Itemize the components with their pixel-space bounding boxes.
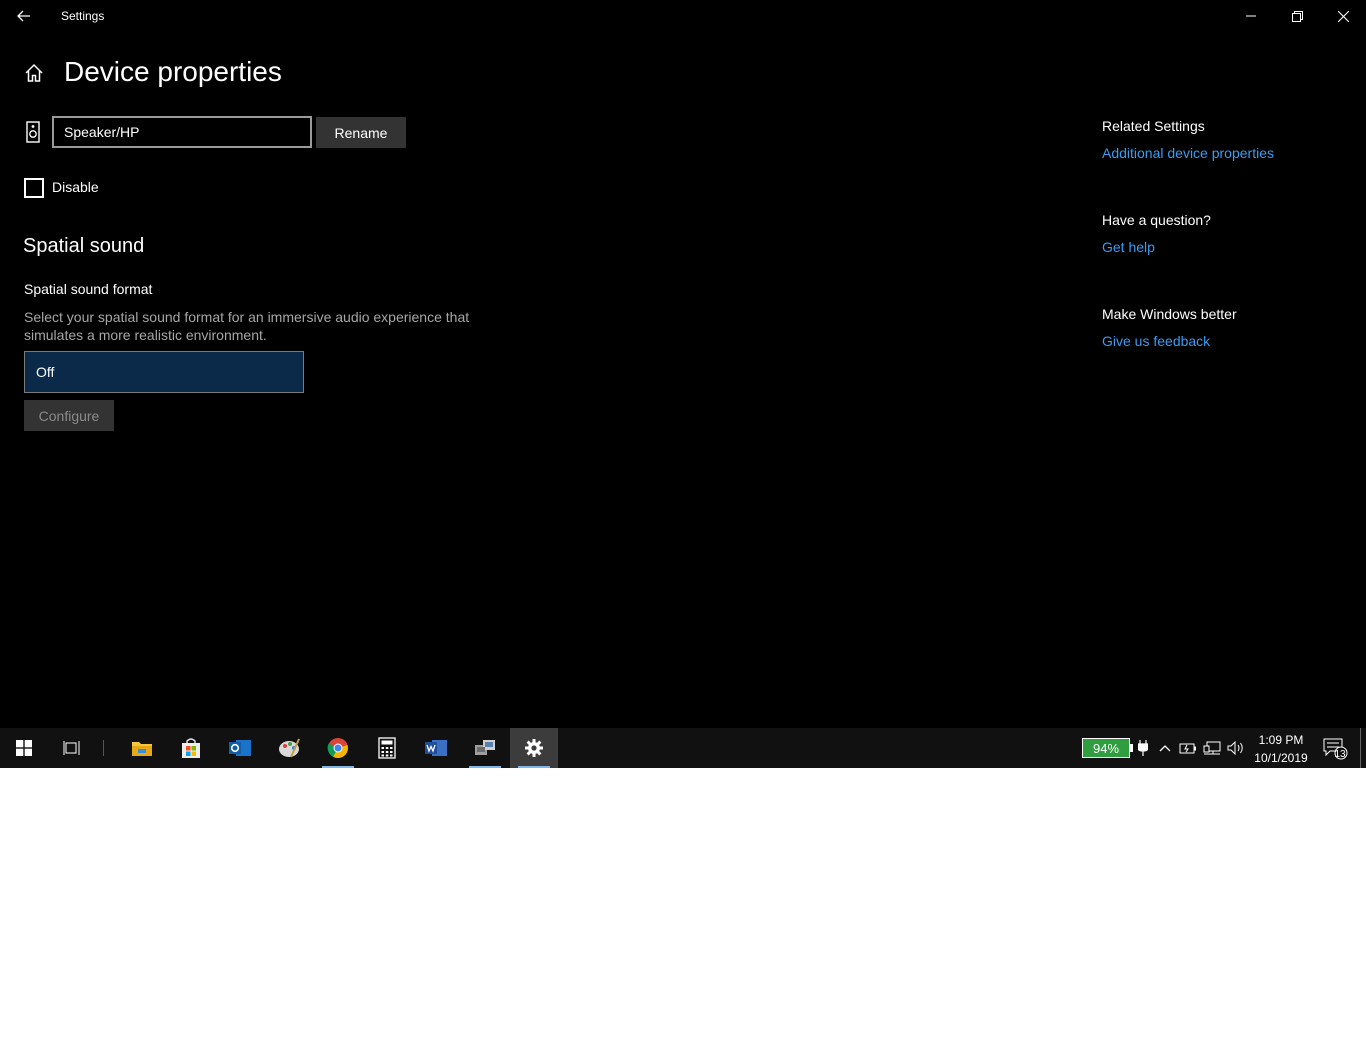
- home-button[interactable]: [22, 61, 46, 85]
- network-wired-icon: [1203, 741, 1221, 755]
- task-view-icon: [63, 741, 80, 755]
- clock[interactable]: 1:09 PM 10/1/2019: [1250, 731, 1312, 767]
- disable-label: Disable: [52, 179, 99, 195]
- configure-button[interactable]: Configure: [24, 400, 114, 431]
- battery-badge-nub: [1130, 744, 1133, 752]
- spatial-format-selected-value: Off: [36, 364, 55, 380]
- additional-device-properties-link[interactable]: Additional device properties: [1102, 145, 1274, 161]
- make-windows-better-heading: Make Windows better: [1102, 306, 1237, 322]
- taskbar-store[interactable]: [167, 728, 215, 768]
- outlook-icon: [229, 740, 251, 756]
- have-a-question-heading: Have a question?: [1102, 212, 1211, 228]
- taskbar-chrome[interactable]: [314, 728, 362, 768]
- running-indicator: [469, 766, 501, 768]
- close-button[interactable]: [1320, 0, 1366, 32]
- folder-icon: [132, 742, 152, 756]
- taskbar-separator: [103, 740, 104, 756]
- network-computers-icon: [475, 740, 495, 755]
- taskbar-settings[interactable]: [510, 728, 558, 768]
- back-arrow-icon: [17, 10, 30, 22]
- taskbar-file-explorer[interactable]: [118, 728, 166, 768]
- get-help-link[interactable]: Get help: [1102, 239, 1155, 255]
- back-button[interactable]: [10, 2, 38, 30]
- paint-palette-icon: [279, 738, 300, 758]
- running-indicator: [518, 766, 550, 768]
- rename-button[interactable]: Rename: [316, 117, 406, 148]
- window-title: Settings: [61, 9, 105, 23]
- restore-icon: [1291, 10, 1303, 22]
- page-title: Device properties: [64, 56, 282, 87]
- clock-time: 1:09 PM: [1258, 733, 1304, 747]
- settings-window: Settings Device properties Rename Disabl…: [0, 0, 1366, 728]
- start-button[interactable]: [0, 728, 48, 768]
- power-plug-icon: [1138, 740, 1148, 756]
- show-hidden-icons-button[interactable]: [1156, 728, 1174, 768]
- speaker-icon: [26, 121, 40, 143]
- windows-logo-icon: [16, 740, 32, 756]
- store-bag-icon: [182, 738, 200, 758]
- clock-date: 10/1/2019: [1254, 751, 1308, 765]
- spatial-format-dropdown[interactable]: Off: [24, 351, 304, 393]
- running-indicator: [322, 766, 354, 768]
- home-icon: [25, 63, 43, 82]
- taskbar-word[interactable]: [412, 728, 460, 768]
- word-icon: [425, 740, 447, 756]
- notification-count-badge: 13: [1334, 749, 1346, 760]
- chrome-icon: [327, 738, 348, 759]
- taskbar-outlook[interactable]: [216, 728, 264, 768]
- task-view-button[interactable]: [48, 728, 96, 768]
- volume-tray-button[interactable]: [1226, 728, 1246, 768]
- taskbar-network-app[interactable]: [461, 728, 509, 768]
- plug-status[interactable]: [1134, 728, 1152, 768]
- restore-button[interactable]: [1274, 0, 1320, 32]
- spatial-format-label: Spatial sound format: [24, 281, 153, 297]
- disable-checkbox[interactable]: [24, 178, 44, 198]
- chevron-up-icon: [1159, 745, 1171, 752]
- spatial-format-description: Select your spatial sound format for an …: [24, 309, 470, 343]
- taskbar-paint[interactable]: [265, 728, 313, 768]
- minimize-icon: [1246, 15, 1256, 17]
- section-title-spatial-sound: Spatial sound: [23, 235, 145, 257]
- calculator-icon: [378, 737, 396, 759]
- network-tray-button[interactable]: [1202, 728, 1222, 768]
- gear-icon: [525, 739, 543, 757]
- battery-percentage-badge[interactable]: 94%: [1082, 738, 1130, 758]
- give-feedback-link[interactable]: Give us feedback: [1102, 333, 1210, 349]
- speaker-device-icon: [26, 121, 40, 143]
- device-name-input[interactable]: [52, 116, 312, 148]
- minimize-button[interactable]: [1228, 0, 1274, 32]
- taskbar-calculator[interactable]: [363, 728, 411, 768]
- volume-icon: [1227, 741, 1243, 755]
- battery-charging-icon: [1179, 743, 1196, 754]
- show-desktop-button[interactable]: [1360, 728, 1366, 768]
- taskbar: [0, 728, 1366, 768]
- action-center-button[interactable]: [1318, 728, 1352, 768]
- related-settings-heading: Related Settings: [1102, 118, 1205, 134]
- battery-tray-button[interactable]: [1178, 728, 1198, 768]
- close-icon: [1337, 10, 1349, 22]
